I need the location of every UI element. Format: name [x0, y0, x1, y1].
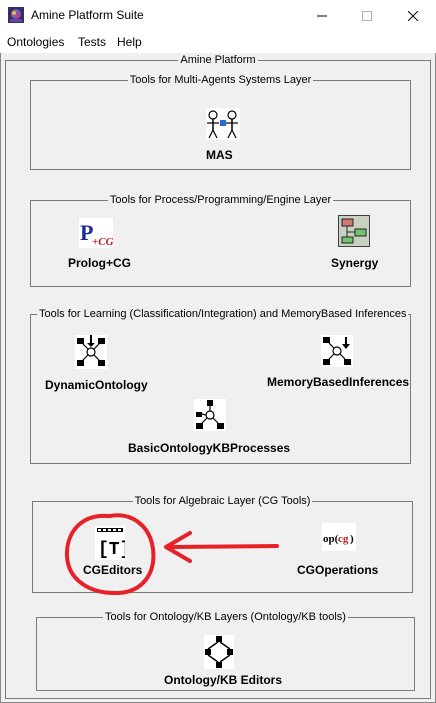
basic-ontology-kb-label: BasicOntologyKBProcesses — [128, 441, 291, 455]
window-title: Amine Platform Suite — [31, 8, 144, 22]
menu-help[interactable]: Help — [117, 35, 142, 49]
menu-ontologies[interactable]: Ontologies — [7, 35, 64, 49]
dynamic-ontology-icon[interactable] — [75, 335, 107, 372]
close-icon — [408, 10, 418, 21]
synergy-icon[interactable] — [338, 215, 370, 250]
client-area: Amine Platform Tools for Multi-Agents Sy… — [0, 53, 436, 703]
cgeditors-icon[interactable]: [T] — [95, 526, 130, 563]
mas-layer-title: Tools for Multi-Agents Systems Layer — [127, 74, 314, 86]
close-button[interactable] — [390, 0, 436, 31]
app-logo-icon — [8, 7, 24, 23]
maximize-icon — [362, 10, 372, 21]
mas-agents-icon[interactable] — [206, 108, 240, 143]
memory-based-inferences-label: MemoryBasedInferences — [267, 375, 410, 389]
title-bar[interactable]: Amine Platform Suite — [0, 0, 436, 31]
svg-text:+CG: +CG — [92, 236, 113, 248]
mas-label: MAS — [206, 148, 233, 162]
cgeditors-icon-text: [T] — [98, 540, 125, 560]
cgoperations-icon[interactable]: op( cg ) — [322, 523, 356, 554]
maximize-button[interactable] — [344, 0, 390, 31]
algebraic-layer-title: Tools for Algebraic Layer (CG Tools) — [132, 495, 313, 507]
cgeditors-label: CGEditors — [83, 563, 143, 577]
menu-bar: Ontologies Tests Help — [0, 31, 436, 53]
ontology-kb-editors-icon[interactable] — [204, 635, 234, 672]
svg-text:): ) — [350, 533, 354, 545]
cgoperations-label: CGOperations — [297, 563, 379, 577]
memory-based-inferences-icon[interactable] — [321, 335, 353, 370]
minimize-button[interactable] — [299, 0, 345, 31]
dynamic-ontology-label: DynamicOntology — [45, 378, 148, 392]
basic-ontology-kb-icon[interactable] — [194, 399, 226, 434]
ontology-kb-editors-label: Ontology/KB Editors — [164, 673, 282, 687]
menu-tests[interactable]: Tests — [78, 35, 106, 49]
svg-text:cg: cg — [338, 533, 349, 545]
synergy-label: Synergy — [331, 256, 379, 270]
prolog-cg-label: Prolog+CG — [68, 256, 132, 270]
ontology-kb-layer-title: Tools for Ontology/KB Layers (Ontology/K… — [103, 611, 348, 623]
svg-text:op(: op( — [323, 533, 339, 545]
minimize-icon — [317, 15, 327, 16]
process-layer-title: Tools for Process/Programming/Engine Lay… — [107, 194, 334, 206]
learning-layer-title: Tools for Learning (Classification/Integ… — [37, 308, 409, 320]
amine-platform-title: Amine Platform — [178, 54, 258, 66]
prolog-cg-icon[interactable]: P +CG — [79, 218, 114, 251]
